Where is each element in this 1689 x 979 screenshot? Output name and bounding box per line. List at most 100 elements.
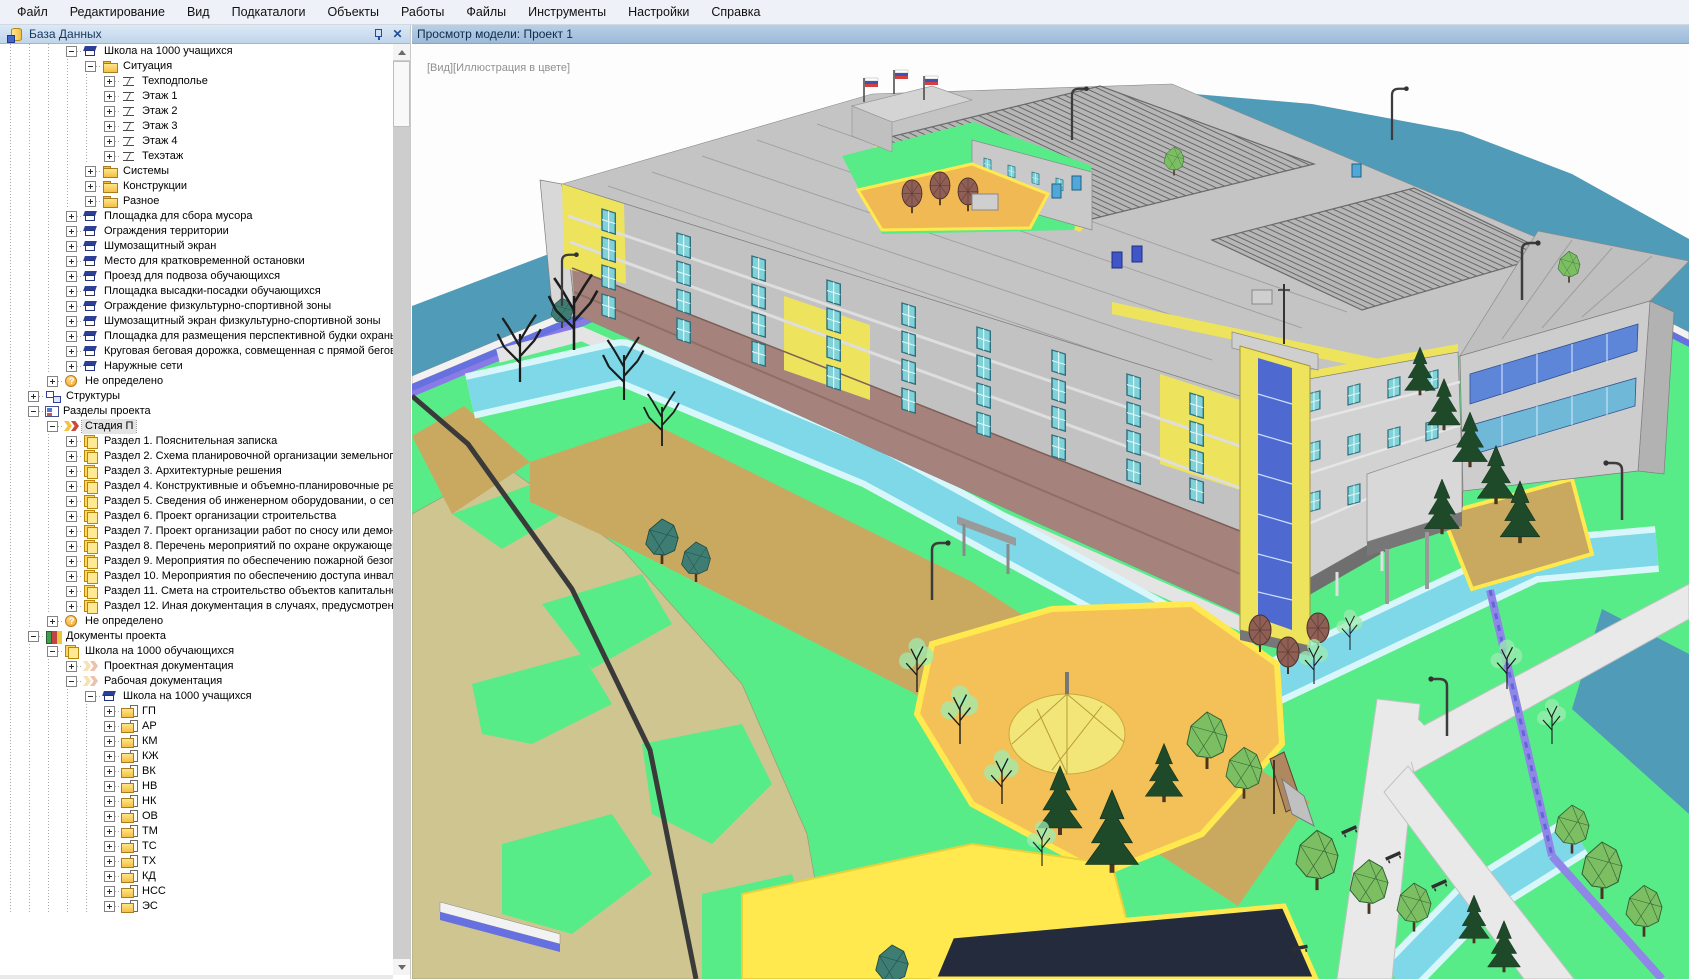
tree-item-label[interactable]: НК <box>139 794 159 809</box>
tree-expander-plus-icon[interactable] <box>66 571 77 582</box>
tree-item[interactable]: ВК <box>1 764 393 779</box>
menu-item-5[interactable]: Работы <box>390 2 455 22</box>
tree-item[interactable]: Не определено <box>1 614 393 629</box>
tree-item[interactable]: Разделы проекта <box>1 404 393 419</box>
tree-item[interactable]: Школа на 1000 учащихся <box>1 44 393 59</box>
tree-item-label[interactable]: Раздел 8. Перечень мероприятий по охране… <box>101 539 393 554</box>
tree-item[interactable]: Этаж 4 <box>1 134 393 149</box>
tree-item-label[interactable]: Системы <box>120 164 172 179</box>
tree-item-label[interactable]: Разное <box>120 194 162 209</box>
tree-item-label[interactable]: ОВ <box>139 809 161 824</box>
menu-item-7[interactable]: Инструменты <box>517 2 617 22</box>
tree-item[interactable]: Раздел 7. Проект организации работ по сн… <box>1 524 393 539</box>
tree-item-label[interactable]: ТХ <box>139 854 159 869</box>
close-icon[interactable]: ✕ <box>390 27 405 42</box>
tree-expander-plus-icon[interactable] <box>104 781 115 792</box>
tree-item-label[interactable]: Структуры <box>63 389 123 404</box>
tree-item-label[interactable]: НСС <box>139 884 169 899</box>
tree-item-label[interactable]: Раздел 7. Проект организации работ по сн… <box>101 524 393 539</box>
tree-item[interactable]: Ограждения территории <box>1 224 393 239</box>
tree-item-label[interactable]: Проезд для подвоза обучающихся <box>101 269 283 284</box>
tree-item[interactable]: Раздел 1. Пояснительная записка <box>1 434 393 449</box>
tree-expander-plus-icon[interactable] <box>66 286 77 297</box>
tree-expander-plus-icon[interactable] <box>66 451 77 462</box>
tree-item[interactable]: Этаж 3 <box>1 119 393 134</box>
tree-item[interactable]: Школа на 1000 обучающихся <box>1 644 393 659</box>
tree-expander-plus-icon[interactable] <box>66 316 77 327</box>
tree-item-label[interactable]: Площадка для сбора мусора <box>101 209 255 224</box>
tree-expander-plus-icon[interactable] <box>66 661 77 672</box>
tree-expander-plus-icon[interactable] <box>104 721 115 732</box>
menu-item-2[interactable]: Вид <box>176 2 221 22</box>
tree-item-label[interactable]: Стадия П <box>82 419 136 434</box>
tree-expander-plus-icon[interactable] <box>66 346 77 357</box>
tree-item-label[interactable]: Раздел 4. Конструктивные и объемно-плани… <box>101 479 393 494</box>
tree-item[interactable]: Разное <box>1 194 393 209</box>
tree-item[interactable]: Наружные сети <box>1 359 393 374</box>
tree-vertical-scrollbar[interactable] <box>393 44 410 975</box>
tree-item-label[interactable]: Раздел 1. Пояснительная записка <box>101 434 280 449</box>
tree-item[interactable]: Проектная документация <box>1 659 393 674</box>
tree-item-label[interactable]: Раздел 6. Проект организации строительст… <box>101 509 339 524</box>
tree-item-label[interactable]: Техэтаж <box>139 149 186 164</box>
tree-expander-minus-icon[interactable] <box>28 631 39 642</box>
tree-expander-minus-icon[interactable] <box>28 406 39 417</box>
tree-expander-plus-icon[interactable] <box>66 436 77 447</box>
tree-item-label[interactable]: АР <box>139 719 160 734</box>
tree-item-label[interactable]: Площадка высадки-посадки обучающихся <box>101 284 324 299</box>
tree-item[interactable]: Техподполье <box>1 74 393 89</box>
tree-item-label[interactable]: Школа на 1000 учащихся <box>101 44 236 59</box>
tree-expander-minus-icon[interactable] <box>66 46 77 57</box>
tree-expander-plus-icon[interactable] <box>104 151 115 162</box>
tree-expander-plus-icon[interactable] <box>104 706 115 717</box>
pin-icon[interactable] <box>371 27 386 42</box>
tree-expander-plus-icon[interactable] <box>104 796 115 807</box>
tree-expander-plus-icon[interactable] <box>28 391 39 402</box>
tree-item[interactable]: Раздел 3. Архитектурные решения <box>1 464 393 479</box>
tree-item-label[interactable]: Школа на 1000 обучающихся <box>82 644 237 659</box>
tree-item[interactable]: Стадия П <box>1 419 393 434</box>
tree-item-label[interactable]: ВК <box>139 764 159 779</box>
tree-item-label[interactable]: Круговая беговая дорожка, совмещенная с … <box>101 344 393 359</box>
tree-item[interactable]: Раздел 4. Конструктивные и объемно-плани… <box>1 479 393 494</box>
tree-item-label[interactable]: Не определено <box>82 614 166 629</box>
tree-item[interactable]: Ограждение физкультурно-спортивной зоны <box>1 299 393 314</box>
tree-expander-plus-icon[interactable] <box>47 616 58 627</box>
tree-expander-plus-icon[interactable] <box>66 511 77 522</box>
tree-item-label[interactable]: ЭС <box>139 899 161 914</box>
tree-expander-plus-icon[interactable] <box>104 811 115 822</box>
tree-expander-minus-icon[interactable] <box>47 646 58 657</box>
tree-item[interactable]: Этаж 1 <box>1 89 393 104</box>
tree-item[interactable]: Школа на 1000 учащихся <box>1 689 393 704</box>
tree-item[interactable]: Площадка для размещения перспективной бу… <box>1 329 393 344</box>
tree-expander-plus-icon[interactable] <box>66 586 77 597</box>
tree-item[interactable]: ГП <box>1 704 393 719</box>
scroll-up-icon[interactable] <box>393 44 410 60</box>
tree-item[interactable]: ЭС <box>1 899 393 914</box>
tree-expander-plus-icon[interactable] <box>104 826 115 837</box>
tree-item[interactable]: Раздел 5. Сведения об инженерном оборудо… <box>1 494 393 509</box>
tree-item[interactable]: ТМ <box>1 824 393 839</box>
tree-item[interactable]: Раздел 12. Иная документация в случаях, … <box>1 599 393 614</box>
tree-item-label[interactable]: ГП <box>139 704 159 719</box>
tree-expander-plus-icon[interactable] <box>104 841 115 852</box>
tree-item-label[interactable]: Этаж 4 <box>139 134 180 149</box>
tree-item-label[interactable]: Площадка для размещения перспективной бу… <box>101 329 393 344</box>
tree-expander-plus-icon[interactable] <box>104 751 115 762</box>
tree-expander-plus-icon[interactable] <box>66 496 77 507</box>
tree-item[interactable]: Документы проекта <box>1 629 393 644</box>
tree-expander-plus-icon[interactable] <box>66 301 77 312</box>
tree-expander-plus-icon[interactable] <box>85 166 96 177</box>
tree-item[interactable]: КЖ <box>1 749 393 764</box>
tree-item[interactable]: ТХ <box>1 854 393 869</box>
menu-item-6[interactable]: Файлы <box>455 2 517 22</box>
tree-expander-plus-icon[interactable] <box>66 361 77 372</box>
scrollbar-thumb[interactable] <box>393 61 410 127</box>
tree-item[interactable]: Рабочая документация <box>1 674 393 689</box>
tree-item[interactable]: Раздел 8. Перечень мероприятий по охране… <box>1 539 393 554</box>
tree-item[interactable]: Раздел 11. Смета на строительство объект… <box>1 584 393 599</box>
model-3d-view[interactable] <box>412 44 1689 979</box>
tree-expander-plus-icon[interactable] <box>66 541 77 552</box>
tree-expander-plus-icon[interactable] <box>66 211 77 222</box>
tree-item[interactable]: Раздел 10. Мероприятия по обеспечению до… <box>1 569 393 584</box>
